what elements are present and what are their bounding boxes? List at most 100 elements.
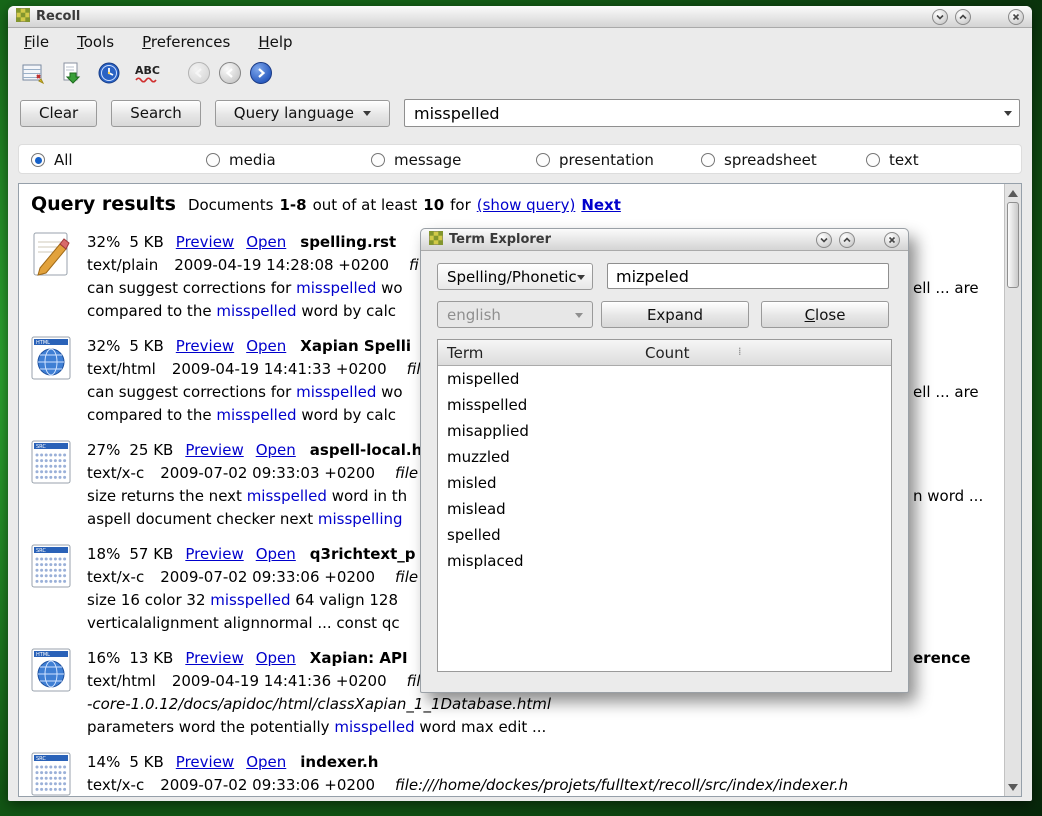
language-dropdown: english <box>437 301 593 328</box>
app-icon <box>16 7 30 26</box>
open-link[interactable]: Open <box>256 545 296 563</box>
search-term-highlight: misspelling <box>318 510 403 528</box>
dialog-close-action-button[interactable]: Close <box>761 301 889 328</box>
previous-page-button[interactable] <box>219 62 241 84</box>
svg-text:HTML: HTML <box>36 652 50 658</box>
text-html-icon: HTML <box>29 647 73 739</box>
filter-spreadsheet[interactable]: spreadsheet <box>701 145 817 175</box>
relevance-percent: 32% <box>87 337 120 355</box>
doc-url: fi <box>409 256 419 274</box>
term-row[interactable]: misspelled <box>438 392 891 418</box>
term-table-header: Term Count ⁞ <box>438 340 891 366</box>
term-explorer-dialog: Term Explorer Spelling/Phonetic mizpeled… <box>420 228 909 693</box>
relevance-percent: 14% <box>87 753 120 771</box>
menu-file[interactable]: File <box>24 33 49 51</box>
filter-all[interactable]: All <box>31 145 73 175</box>
term-row[interactable]: mispelled <box>438 366 891 392</box>
expand-button[interactable]: Expand <box>601 301 749 328</box>
mime-type: text/x-c <box>87 568 144 586</box>
chevron-down-icon <box>819 230 829 249</box>
preview-link[interactable]: Preview <box>176 753 234 771</box>
close-button[interactable] <box>1008 9 1024 25</box>
search-term-highlight: misspelled <box>247 487 327 505</box>
doc-title: Xapian: API <box>310 649 413 667</box>
doc-title: q3richtext_p <box>310 545 416 563</box>
mime-type: text/x-c <box>87 776 144 794</box>
maximize-button[interactable] <box>955 9 971 25</box>
filter-message[interactable]: message <box>371 145 461 175</box>
dialog-maximize-button[interactable] <box>839 232 855 248</box>
preview-link[interactable]: Preview <box>176 233 234 251</box>
preview-link[interactable]: Preview <box>176 337 234 355</box>
next-page-link[interactable]: Next <box>581 196 621 214</box>
results-title: Query results <box>31 193 176 215</box>
doc-title: indexer.h <box>300 753 378 771</box>
first-page-button[interactable] <box>188 62 210 84</box>
open-link[interactable]: Open <box>246 233 286 251</box>
menu-preferences[interactable]: Preferences <box>142 33 230 51</box>
history-icon[interactable] <box>96 60 122 86</box>
relevance-percent: 16% <box>87 649 120 667</box>
term-row[interactable]: spelled <box>438 522 891 548</box>
column-header-count[interactable]: Count <box>636 340 746 366</box>
term-row[interactable]: misplaced <box>438 548 891 574</box>
menu-help[interactable]: Help <box>258 33 292 51</box>
term-row[interactable]: mislead <box>438 496 891 522</box>
search-row: Clear Search Query language misspelled <box>8 90 1032 132</box>
result-range: 1-8 <box>279 196 306 214</box>
open-link[interactable]: Open <box>256 441 296 459</box>
term-row[interactable]: misled <box>438 470 891 496</box>
filter-presentation[interactable]: presentation <box>536 145 654 175</box>
search-term-highlight: misspelled <box>210 591 290 609</box>
scroll-down-button[interactable] <box>1005 780 1021 796</box>
header-splitter-icon[interactable]: ⁞ <box>738 345 742 358</box>
dialog-shade-button[interactable] <box>816 232 832 248</box>
term-table-body: mispelledmisspelledmisappliedmuzzledmisl… <box>438 366 891 574</box>
snippet-line: compared to the misspelled word by calc <box>87 300 419 323</box>
spellcheck-icon[interactable]: ABC <box>134 60 160 86</box>
svg-text:SRC: SRC <box>36 444 46 450</box>
search-button[interactable]: Search <box>111 100 201 127</box>
filter-media[interactable]: media <box>206 145 276 175</box>
chevron-down-icon[interactable] <box>997 106 1019 120</box>
query-language-dropdown[interactable]: Query language <box>215 100 390 127</box>
column-header-term[interactable]: Term <box>438 340 636 366</box>
search-term-highlight: misspelled <box>296 383 376 401</box>
radio-icon <box>206 153 220 167</box>
filter-text[interactable]: text <box>866 145 919 175</box>
shade-button[interactable] <box>932 9 948 25</box>
app-icon <box>429 230 443 249</box>
search-input[interactable]: misspelled <box>404 99 1020 127</box>
term-row[interactable]: misapplied <box>438 418 891 444</box>
dialog-title: Term Explorer <box>449 232 551 247</box>
open-link[interactable]: Open <box>246 753 286 771</box>
doc-url: fil <box>407 672 421 690</box>
doc-title: Xapian Spelli <box>300 337 411 355</box>
snippet-line: aspell document checker next misspelling <box>87 508 422 531</box>
source-file-icon: SRC <box>29 751 73 796</box>
preview-link[interactable]: Preview <box>185 441 243 459</box>
open-link[interactable]: Open <box>246 337 286 355</box>
arrow-right-icon <box>255 64 267 83</box>
term-cell: misapplied <box>438 422 636 440</box>
preview-link[interactable]: Preview <box>185 649 243 667</box>
next-page-button[interactable] <box>250 62 272 84</box>
scroll-up-button[interactable] <box>1005 184 1021 200</box>
clear-search-icon[interactable] <box>20 60 46 86</box>
show-query-link[interactable]: (show query) <box>477 196 576 214</box>
open-link[interactable]: Open <box>256 649 296 667</box>
doc-date: 2009-04-19 14:41:36 +0200 <box>172 672 387 690</box>
term-cell: mispelled <box>438 370 636 388</box>
term-row[interactable]: muzzled <box>438 444 891 470</box>
menu-tools[interactable]: Tools <box>77 33 114 51</box>
search-term-highlight: misspelled <box>216 302 296 320</box>
toolbar: ABC <box>8 56 1032 90</box>
update-index-icon[interactable] <box>58 60 84 86</box>
term-input[interactable]: mizpeled <box>607 263 889 289</box>
clear-button[interactable]: Clear <box>20 100 97 127</box>
preview-link[interactable]: Preview <box>185 545 243 563</box>
mime-type: text/html <box>87 360 156 378</box>
expansion-mode-dropdown[interactable]: Spelling/Phonetic <box>437 263 593 290</box>
scrollbar-thumb[interactable] <box>1007 202 1019 288</box>
dialog-close-button[interactable] <box>884 232 900 248</box>
